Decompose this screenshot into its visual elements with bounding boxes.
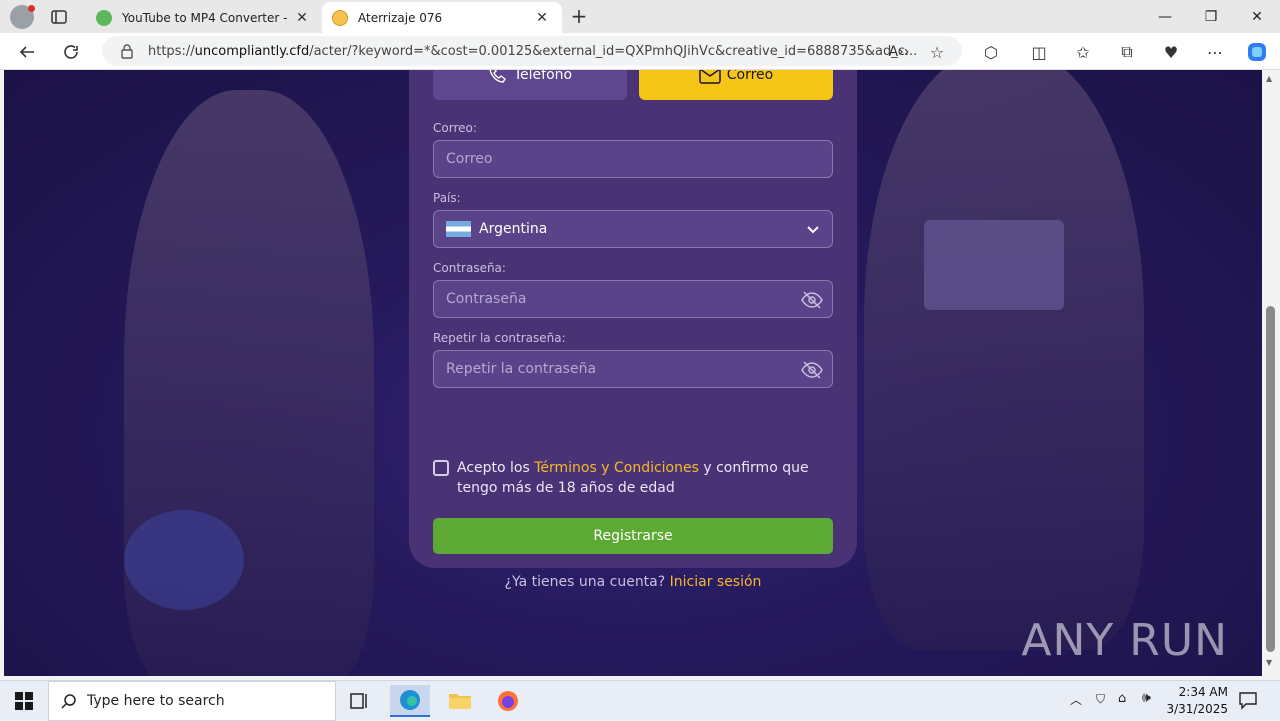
windows-taskbar: Type here to search ︿ ⛉ ⌂ 🕪 2:34 AM 3/31…: [0, 680, 1280, 721]
repeat-password-field[interactable]: Repetir la contraseña: [433, 350, 833, 388]
close-tab-icon[interactable]: ✕: [292, 10, 312, 26]
search-placeholder: Type here to search: [87, 693, 225, 709]
terms-text-pre: Acepto los: [457, 460, 535, 476]
refresh-icon[interactable]: [58, 39, 84, 65]
collections-icon[interactable]: ⧉: [1114, 39, 1140, 65]
browser-toolbar: https://uncompliantly.cfd/acter/?keyword…: [0, 33, 1280, 70]
minimize-icon[interactable]: —: [1142, 0, 1188, 33]
browser-essentials-icon[interactable]: ♥: [1158, 39, 1184, 65]
chevron-down-icon: [807, 226, 819, 234]
registration-panel: Teléfono Correo Correo: Correo País: Arg…: [409, 70, 857, 590]
eye-off-icon[interactable]: [800, 358, 824, 382]
page-viewport: Teléfono Correo Correo: Correo País: Arg…: [4, 70, 1262, 676]
url-host: uncompliantly.cfd: [194, 43, 310, 59]
password-label: Contraseña:: [433, 261, 506, 275]
edge-taskbar-icon[interactable]: [390, 685, 430, 717]
clock-date: 3/31/2025: [1166, 702, 1228, 716]
country-label: País:: [433, 191, 461, 205]
tab-email-label: Correo: [726, 70, 774, 83]
scrollbar-thumb[interactable]: [1266, 306, 1275, 652]
repeat-password-label: Repetir la contraseña:: [433, 331, 566, 345]
taskbar-search-box[interactable]: Type here to search: [48, 681, 336, 721]
start-windows-icon[interactable]: [4, 685, 44, 717]
favorites-icon[interactable]: ✩: [1070, 39, 1096, 65]
url-prefix: https://: [148, 43, 195, 59]
profile-notification-dot: [28, 5, 35, 12]
converter-favicon-icon: [96, 9, 112, 26]
clock-time: 2:34 AM: [1178, 685, 1228, 699]
terms-link[interactable]: Términos y Condiciones: [534, 460, 699, 476]
coin-favicon-icon: [332, 9, 348, 26]
tab-actions-icon[interactable]: [50, 8, 68, 26]
close-tab-icon[interactable]: ✕: [532, 10, 552, 26]
eye-off-icon[interactable]: [800, 288, 824, 312]
security-tray-icon[interactable]: ⛉: [1096, 692, 1105, 707]
scroll-down-icon[interactable]: ▼: [1266, 658, 1272, 667]
country-value: Argentina: [479, 221, 548, 237]
restore-icon[interactable]: ❐: [1188, 0, 1234, 33]
volume-icon[interactable]: 🕪: [1142, 690, 1151, 706]
tab-title: Aterrizaje 076: [358, 10, 443, 25]
read-aloud-icon[interactable]: A››: [886, 39, 912, 65]
login-question: ¿Ya tienes una cuenta?: [504, 574, 666, 590]
login-prompt: ¿Ya tienes una cuenta? Iniciar sesión: [409, 574, 857, 590]
email-placeholder: Correo: [446, 151, 493, 167]
address-bar[interactable]: https://uncompliantly.cfd/acter/?keyword…: [102, 36, 962, 66]
url-path: /acter/?keyword=*&cost=0.00125&external_…: [309, 43, 918, 59]
tab-title: YouTube to MP4 Converter - Con: [122, 10, 292, 25]
close-window-icon[interactable]: ✕: [1234, 0, 1280, 33]
show-hidden-icons-icon[interactable]: ︿: [1070, 691, 1082, 708]
country-select[interactable]: Argentina: [433, 210, 833, 248]
network-icon[interactable]: ⌂: [1118, 691, 1126, 706]
favorite-star-icon[interactable]: ☆: [924, 39, 950, 65]
tab-phone-label: Teléfono: [513, 70, 573, 83]
tab-youtube-converter[interactable]: YouTube to MP4 Converter - Con ✕: [86, 2, 322, 33]
tab-email[interactable]: Correo: [639, 70, 833, 100]
password-field[interactable]: Contraseña: [433, 280, 833, 318]
extensions-icon[interactable]: ⬡: [978, 39, 1004, 65]
tab-aterrizaje[interactable]: Aterrizaje 076 ✕: [322, 2, 562, 33]
more-menu-icon[interactable]: ⋯: [1202, 39, 1228, 65]
lock-icon[interactable]: [120, 43, 134, 63]
terms-text: Acepto los Términos y Condiciones y conf…: [457, 458, 837, 498]
task-view-icon[interactable]: [340, 685, 380, 717]
new-tab-icon[interactable]: +: [568, 6, 590, 28]
login-link[interactable]: Iniciar sesión: [670, 574, 762, 590]
taskbar-clock[interactable]: 2:34 AM 3/31/2025: [1166, 684, 1228, 718]
argentina-flag-icon: [446, 221, 471, 237]
search-icon: [61, 693, 77, 713]
file-explorer-icon[interactable]: [440, 685, 480, 717]
email-field[interactable]: Correo: [433, 140, 833, 178]
tab-phone[interactable]: Teléfono: [433, 70, 627, 100]
firefox-icon[interactable]: [488, 685, 528, 717]
anyrun-watermark: ANY RUN: [1021, 615, 1228, 666]
repeat-password-placeholder: Repetir la contraseña: [446, 361, 597, 377]
back-arrow-icon[interactable]: [14, 39, 40, 65]
email-label: Correo:: [433, 121, 477, 135]
password-placeholder: Contraseña: [446, 291, 527, 307]
page-scrollbar[interactable]: ▲ ▼: [1262, 70, 1280, 676]
terms-checkbox[interactable]: [433, 460, 449, 476]
envelope-icon: [699, 70, 721, 84]
scroll-up-icon[interactable]: ▲: [1266, 74, 1272, 83]
phone-icon: [489, 70, 506, 83]
notifications-icon[interactable]: [1238, 690, 1258, 710]
split-screen-icon[interactable]: ◫: [1026, 39, 1052, 65]
register-button[interactable]: Registrarse: [433, 518, 833, 554]
copilot-icon[interactable]: [1244, 39, 1270, 65]
browser-title-bar: YouTube to MP4 Converter - Con ✕ Aterriz…: [0, 0, 1280, 33]
